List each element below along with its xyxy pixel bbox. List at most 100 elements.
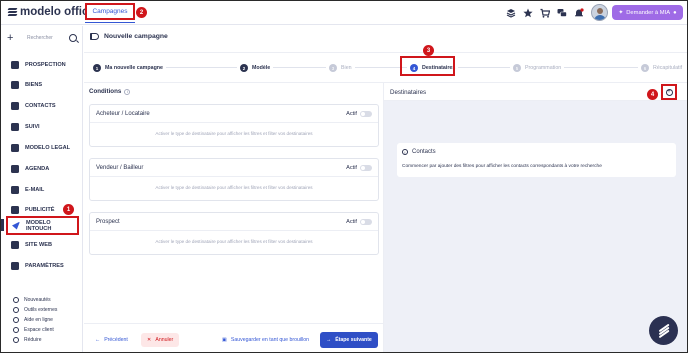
sidebar-item-modelo-legal[interactable]: MODELO LEGAL: [11, 142, 79, 154]
add-filter-button[interactable]: +: [661, 84, 677, 100]
page-title: Nouvelle campagne: [104, 33, 168, 40]
sidebar-item-email[interactable]: E-MAIL: [11, 184, 79, 196]
step-5[interactable]: 5 Programmation: [510, 61, 565, 75]
step-label: Ma nouvelle campagne: [105, 65, 163, 71]
util-aide-en-ligne[interactable]: Aide en ligne: [13, 315, 53, 324]
info-icon: i: [402, 149, 408, 155]
sidebar-item-modelo-intouch[interactable]: MODELO INTOUCH: [6, 216, 79, 235]
logo-text: modelo office: [20, 6, 95, 18]
app-logo[interactable]: modelo office: [7, 6, 95, 18]
annotation-badge-2: 2: [136, 7, 147, 18]
sidebar-item-label: BIENS: [25, 82, 43, 88]
ask-mia-label: Demander à MIA: [626, 9, 671, 16]
footer-divider: [84, 323, 383, 324]
next-step-button[interactable]: → Étape suivante: [320, 332, 378, 348]
util-outils-externes[interactable]: Outils externes: [13, 305, 57, 314]
recipients-title: Destinataires: [390, 89, 427, 96]
search-icon[interactable]: [69, 34, 77, 42]
condition-card-acheteur: Acheteur / Locataire Actif Activer le ty…: [89, 104, 379, 147]
clipboard-icon: [11, 123, 19, 131]
tab-campagnes[interactable]: Campagnes: [85, 3, 135, 23]
arrow-left-icon: ←: [95, 337, 101, 343]
tools-icon: [13, 306, 19, 313]
contacts-description: Commencer par ajouter des filtres pour a…: [402, 164, 602, 169]
chat-icon[interactable]: [557, 8, 567, 18]
annotation-highlight-step-4: [400, 56, 455, 76]
util-label: Aide en ligne: [24, 316, 53, 323]
sidebar-item-prospection[interactable]: PROSPECTION: [11, 59, 79, 71]
bell-icon[interactable]: [574, 8, 584, 18]
sidebar-item-label: PARAMÈTRES: [25, 263, 64, 269]
condition-hint: Activer le type de destinataire pour aff…: [155, 239, 313, 244]
save-draft-button[interactable]: ▣ Sauvegarder en tant que brouillon: [216, 333, 315, 347]
close-icon: ✕: [147, 337, 152, 343]
ask-mia-button[interactable]: ✦ Demander à MIA ●: [612, 5, 683, 20]
actif-toggle[interactable]: [360, 219, 372, 225]
sidebar-item-label: PUBLICITÉ: [25, 207, 55, 213]
contacts-card: i Contacts Commencer par ajouter des fil…: [397, 143, 676, 177]
star-icon[interactable]: [523, 8, 533, 18]
cancel-button[interactable]: ✕ Annuler: [141, 333, 180, 347]
condition-card-vendeur: Vendeur / Bailleur Actif Activer le type…: [89, 158, 379, 201]
header-divider: [84, 52, 687, 53]
stack-icon[interactable]: [506, 8, 516, 18]
condition-title: Acheteur / Locataire: [96, 111, 150, 117]
actif-toggle[interactable]: [360, 165, 372, 171]
user-avatar[interactable]: [591, 4, 608, 21]
conditions-heading: Conditions: [89, 88, 122, 95]
stepper-line: [96, 67, 678, 68]
step-2[interactable]: 2 Modèle: [237, 61, 274, 75]
condition-title: Vendeur / Bailleur: [96, 165, 144, 171]
sidebar-item-label: MODELO LEGAL: [25, 145, 71, 151]
add-icon[interactable]: +: [7, 32, 19, 44]
card-divider: [90, 230, 378, 231]
sidebar-item-site-web[interactable]: SITE WEB: [11, 239, 79, 251]
card-divider: [90, 122, 378, 123]
previous-label: Précédent: [104, 337, 128, 343]
sidebar-item-label: MODELO INTOUCH: [26, 219, 52, 232]
save-icon: ▣: [222, 337, 227, 343]
sidebar-item-biens[interactable]: BIENS: [11, 79, 79, 91]
util-label: Outils externes: [24, 306, 58, 313]
util-nouveautes[interactable]: Nouveautés: [13, 295, 51, 304]
step-number: 1: [93, 64, 101, 72]
sidebar-item-suivi[interactable]: SUIVI: [11, 121, 79, 133]
support-chat-button[interactable]: [649, 316, 678, 345]
main-content: Nouvelle campagne 1 Ma nouvelle campagne…: [84, 26, 687, 352]
util-espace-client[interactable]: Espace client: [13, 325, 54, 334]
previous-button[interactable]: ← Précédent: [89, 333, 134, 347]
search-input[interactable]: Rechercher: [27, 35, 67, 41]
save-draft-label: Sauvegarder en tant que brouillon: [230, 337, 310, 343]
next-step-label: Étape suivante: [335, 337, 372, 343]
sidebar-item-agenda[interactable]: AGENDA: [11, 163, 79, 175]
condition-hint: Activer le type de destinataire pour aff…: [155, 185, 313, 190]
logo-mark-icon: [7, 7, 18, 17]
info-icon[interactable]: i: [124, 88, 131, 95]
step-1[interactable]: 1 Ma nouvelle campagne: [90, 61, 166, 75]
step-6[interactable]: 6 Récapitulatif: [638, 61, 686, 75]
cancel-label: Annuler: [155, 337, 174, 343]
actif-toggle[interactable]: [360, 111, 372, 117]
active-item-marker: [1, 219, 4, 231]
util-label: Nouveautés: [24, 296, 51, 303]
sidebar-item-label: PROSPECTION: [25, 62, 66, 68]
app-window: modelo office Campagnes 2 ✦ Demander à M…: [0, 0, 688, 353]
contacts-card-head: i Contacts: [402, 149, 436, 155]
step-number: 2: [240, 64, 248, 72]
calendar-icon: [11, 165, 19, 173]
megaphone-icon: [11, 206, 19, 214]
sidebar-item-label: CONTACTS: [25, 103, 56, 109]
util-reduire[interactable]: Réduire: [13, 335, 42, 344]
actif-label: Actif: [346, 219, 357, 225]
tab-campagnes-label: Campagnes: [92, 8, 128, 15]
sidebar-item-parametres[interactable]: PARAMÈTRES: [11, 260, 79, 272]
cart-icon[interactable]: [540, 8, 551, 18]
plus-circle-icon: +: [665, 88, 673, 96]
annotation-badge-3: 3: [423, 45, 434, 56]
recipients-header: Destinataires +: [384, 83, 687, 101]
step-label: Programmation: [525, 65, 562, 71]
conditions-title: Conditions i: [89, 88, 131, 95]
step-3[interactable]: 3 Bien: [326, 61, 355, 75]
sidebar-item-contacts[interactable]: CONTACTS: [11, 100, 79, 112]
step-label: Modèle: [252, 65, 271, 71]
